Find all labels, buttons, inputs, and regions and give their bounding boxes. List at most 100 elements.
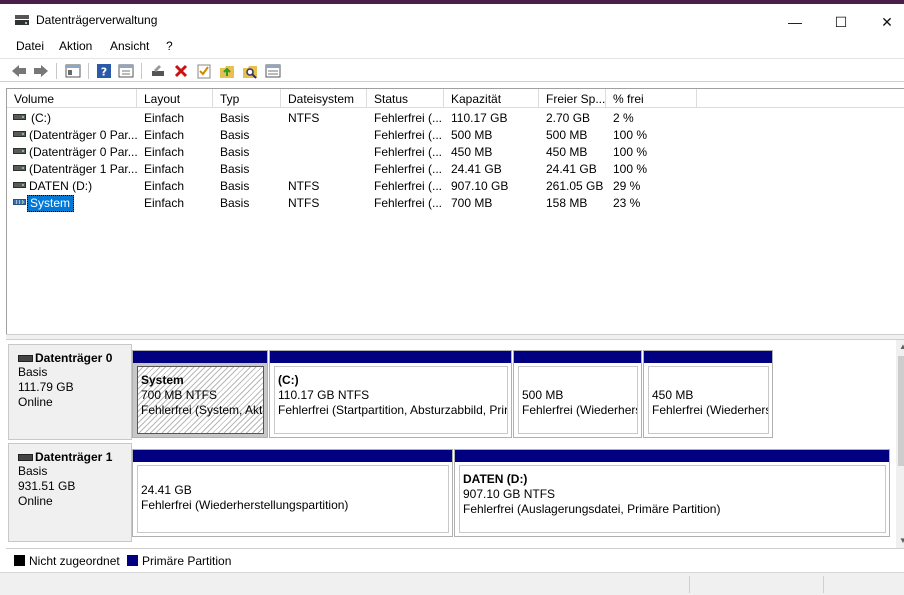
toolbar: ? bbox=[0, 58, 904, 82]
partition-title: DATEN (D:) bbox=[463, 472, 528, 486]
table-row[interactable]: (Datenträger 1 Par... Einfach Basis Fehl… bbox=[7, 160, 904, 177]
partition-disk0-part3[interactable]: 500 MB Fehlerfrei (Wiederhers bbox=[513, 350, 642, 438]
scroll-up-icon[interactable]: ▲ bbox=[899, 342, 904, 351]
partition-title: System bbox=[141, 373, 184, 387]
explore-icon[interactable] bbox=[241, 62, 259, 80]
vertical-scrollbar[interactable]: ▲ ▼ bbox=[896, 340, 904, 548]
close-icon: ✕ bbox=[881, 13, 893, 30]
table-row[interactable]: (Datenträger 0 Par... Einfach Basis Fehl… bbox=[7, 126, 904, 143]
volume-layout: Einfach bbox=[144, 179, 185, 193]
help-icon[interactable]: ? bbox=[95, 62, 113, 80]
volume-name: (Datenträger 0 Par... bbox=[29, 145, 138, 159]
scroll-down-icon[interactable]: ▼ bbox=[899, 536, 904, 545]
volume-free-percent: 23 % bbox=[613, 196, 641, 210]
disk-1-state: Online bbox=[18, 494, 53, 508]
menu-help[interactable]: ? bbox=[166, 39, 173, 53]
partition-c[interactable]: (C:) 110.17 GB NTFS Fehlerfrei (Startpar… bbox=[269, 350, 512, 438]
menu-bar: Datei Aktion Ansicht ? bbox=[0, 36, 904, 56]
volume-capacity: 700 MB bbox=[451, 196, 493, 210]
drive-icon bbox=[13, 165, 26, 171]
column-header-dateisystem[interactable]: Dateisystem bbox=[281, 89, 367, 108]
column-header-freier-speicher[interactable]: Freier Sp... bbox=[539, 89, 606, 108]
partition-size: 700 MB NTFS bbox=[141, 388, 218, 402]
column-header-prozent-frei[interactable]: % frei bbox=[606, 89, 697, 108]
back-icon[interactable] bbox=[10, 62, 28, 80]
legend-unallocated: Nicht zugeordnet bbox=[29, 554, 120, 568]
volume-capacity: 500 MB bbox=[451, 128, 493, 142]
drive-icon bbox=[13, 148, 26, 154]
svg-text:?: ? bbox=[101, 66, 107, 79]
maximize-button[interactable]: ☐ bbox=[818, 8, 864, 36]
primary-partition-bar bbox=[514, 351, 641, 363]
menu-ansicht[interactable]: Ansicht bbox=[110, 39, 149, 53]
partition-disk0-part4[interactable]: 450 MB Fehlerfrei (Wiederhers bbox=[643, 350, 773, 438]
partition-body: DATEN (D:) 907.10 GB NTFS Fehlerfrei (Au… bbox=[459, 465, 886, 533]
menu-aktion[interactable]: Aktion bbox=[59, 39, 92, 53]
legend-primary-partition: Primäre Partition bbox=[142, 554, 232, 568]
volume-filesystem: NTFS bbox=[288, 179, 320, 193]
close-button[interactable]: ✕ bbox=[864, 8, 904, 36]
disk-1-label[interactable]: Datenträger 1 Basis 931.51 GB Online bbox=[8, 443, 132, 542]
column-header-typ[interactable]: Typ bbox=[213, 89, 281, 108]
partition-status: Fehlerfrei (Startpartition, Absturzabbil… bbox=[278, 403, 508, 417]
title-bar: Datenträgerverwaltung — ☐ ✕ bbox=[0, 0, 904, 36]
volume-layout: Einfach bbox=[144, 162, 185, 176]
volume-status: Fehlerfrei (... bbox=[374, 162, 443, 176]
partition-system[interactable]: System 700 MB NTFS Fehlerfrei (System, A… bbox=[132, 350, 268, 438]
partition-size: 450 MB bbox=[652, 388, 694, 402]
volume-capacity: 110.17 GB bbox=[451, 111, 508, 125]
disk-graphical-view: Datenträger 0 Basis 111.79 GB Online Sys… bbox=[6, 340, 904, 548]
volume-free: 261.05 GB bbox=[546, 179, 604, 193]
partition-status: Fehlerfrei (Auslagerungsdatei, Primäre P… bbox=[463, 502, 721, 516]
list-view-icon[interactable] bbox=[264, 62, 282, 80]
disk-0-type: Basis bbox=[18, 365, 48, 379]
volume-status: Fehlerfrei (... bbox=[374, 179, 443, 193]
volume-free-percent: 100 % bbox=[613, 128, 648, 142]
drive-icon bbox=[13, 131, 26, 137]
disk-0-name: Datenträger 0 bbox=[18, 351, 131, 365]
primary-partition-bar bbox=[133, 450, 452, 462]
primary-partition-bar bbox=[455, 450, 889, 462]
maximize-icon: ☐ bbox=[834, 13, 848, 30]
window-title: Datenträgerverwaltung bbox=[36, 13, 158, 27]
column-header-status[interactable]: Status bbox=[367, 89, 444, 108]
check-icon[interactable] bbox=[195, 62, 213, 80]
unallocated-swatch bbox=[14, 555, 25, 566]
show-hide-console-tree-icon[interactable] bbox=[64, 62, 82, 80]
partition-body: 24.41 GB Fehlerfrei (Wiederherstellungsp… bbox=[137, 465, 449, 533]
disk-0-label[interactable]: Datenträger 0 Basis 111.79 GB Online bbox=[8, 344, 132, 440]
column-header-kapazitaet[interactable]: Kapazität bbox=[444, 89, 539, 108]
table-row[interactable]: (Datenträger 0 Par... Einfach Basis Fehl… bbox=[7, 143, 904, 160]
volume-name: (Datenträger 1 Par... bbox=[29, 162, 138, 176]
disk-1-name: Datenträger 1 bbox=[18, 450, 131, 464]
table-row[interactable]: (C:) Einfach Basis NTFS Fehlerfrei (... … bbox=[7, 109, 904, 126]
volume-free-percent: 100 % bbox=[613, 145, 648, 159]
column-header-layout[interactable]: Layout bbox=[137, 89, 213, 108]
partition-size: 907.10 GB NTFS bbox=[463, 487, 556, 501]
partition-daten-d[interactable]: DATEN (D:) 907.10 GB NTFS Fehlerfrei (Au… bbox=[454, 449, 890, 537]
volume-free: 500 MB bbox=[546, 128, 588, 142]
partition-size: 110.17 GB NTFS bbox=[278, 388, 370, 402]
volume-name: (C:) bbox=[31, 111, 51, 125]
delete-icon[interactable] bbox=[172, 62, 190, 80]
partition-disk1-recovery[interactable]: 24.41 GB Fehlerfrei (Wiederherstellungsp… bbox=[132, 449, 453, 537]
connect-disk-icon[interactable] bbox=[149, 62, 167, 80]
primary-partition-bar bbox=[644, 351, 772, 363]
table-row[interactable]: DATEN (D:) Einfach Basis NTFS Fehlerfrei… bbox=[7, 177, 904, 194]
open-folder-icon[interactable] bbox=[218, 62, 236, 80]
partition-size: 24.41 GB bbox=[141, 483, 192, 497]
table-row-selected[interactable]: System Einfach Basis NTFS Fehlerfrei (..… bbox=[7, 194, 904, 212]
minimize-button[interactable]: — bbox=[772, 8, 818, 36]
column-header-volume[interactable]: Volume bbox=[7, 89, 137, 108]
volume-type: Basis bbox=[220, 196, 250, 210]
minimize-icon: — bbox=[788, 14, 802, 30]
scrollbar-thumb[interactable] bbox=[898, 356, 904, 466]
forward-icon[interactable] bbox=[32, 62, 50, 80]
volume-list[interactable]: Volume Layout Typ Dateisystem Status Kap… bbox=[6, 88, 904, 334]
partition-body: 500 MB Fehlerfrei (Wiederhers bbox=[518, 366, 638, 434]
volume-layout: Einfach bbox=[144, 128, 185, 142]
menu-datei[interactable]: Datei bbox=[16, 39, 44, 53]
properties-icon[interactable] bbox=[117, 62, 135, 80]
status-bar bbox=[0, 572, 904, 595]
partition-status: Fehlerfrei (Wiederhers bbox=[522, 403, 638, 417]
